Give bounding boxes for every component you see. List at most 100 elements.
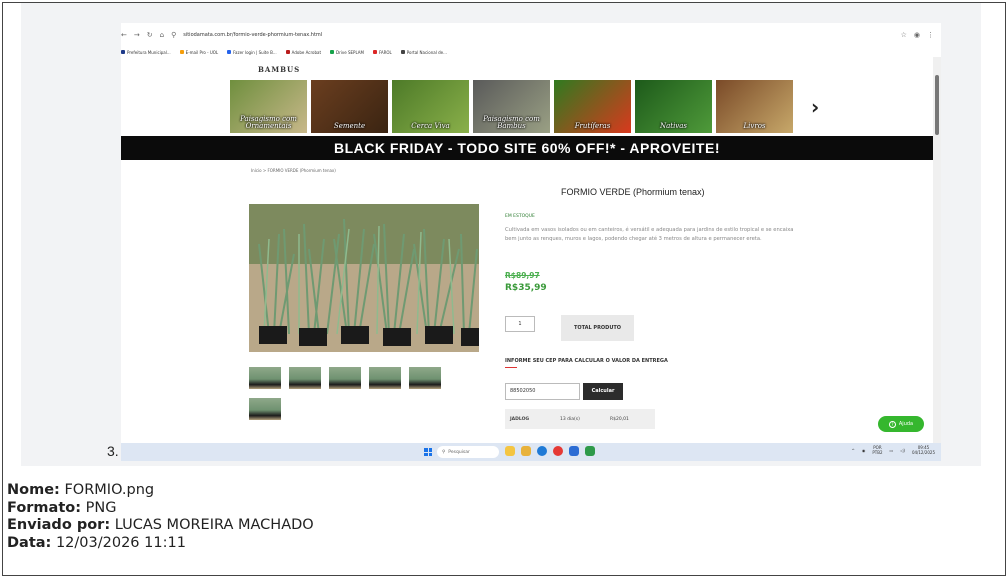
caption-number: 3. — [107, 443, 119, 459]
address-bar[interactable]: ← → ↻ ⌂ ⚲ sitiodamata.com.br/formio-verd… — [121, 27, 941, 43]
category-label: Nativas — [659, 122, 688, 130]
category-tile[interactable]: Livros — [716, 80, 793, 133]
help-button[interactable]: ? Ajuda — [878, 416, 924, 432]
search-icon: ⚲ — [442, 449, 446, 455]
question-icon: ? — [888, 420, 896, 428]
carousel-next-icon[interactable]: › — [811, 95, 819, 119]
bookmark-item[interactable]: Adobe Acrobat — [285, 49, 322, 55]
chevron-up-icon[interactable]: ^ — [852, 448, 855, 453]
meta-sender-label: Enviado por: — [7, 517, 111, 533]
bookmark-item[interactable]: FAROL — [372, 49, 392, 55]
product-thumbnail[interactable] — [369, 367, 401, 389]
sale-price: R$35,99 — [505, 283, 547, 293]
url-text[interactable]: sitiodamata.com.br/formio-verde-phormium… — [183, 32, 322, 38]
bookmark-item[interactable]: Prefeitura Municipal... — [121, 50, 171, 55]
widget-icon[interactable] — [505, 446, 515, 456]
meta-format-label: Formato: — [7, 499, 82, 516]
shipping-option[interactable]: JADLOG 13 dia(s) R$20,01 — [505, 409, 655, 429]
cep-underline — [505, 367, 517, 368]
category-carousel: Paisagismo com Ornamentais Semente Cerca V… — [230, 80, 796, 133]
cep-input[interactable]: 88502050 — [505, 383, 580, 400]
system-tray: ^ ◉ POR PTB2 ▭ ◁) 09:45 04/12/2025 — [852, 445, 936, 455]
meta-sender-value: LUCAS MOREIRA MACHADO — [110, 517, 314, 533]
stock-status: EM ESTOQUE — [505, 214, 535, 219]
meta-format-row: Formato: PNG — [7, 500, 314, 518]
profile-icon[interactable]: ◉ — [914, 31, 920, 39]
taskbar-apps — [505, 446, 595, 456]
quantity-input[interactable]: 1 — [505, 316, 535, 332]
monitor-icon[interactable]: ▭ — [890, 448, 894, 453]
total-product-button[interactable]: TOTAL PRODUTO — [561, 315, 634, 341]
chrome-icon[interactable] — [553, 446, 563, 456]
meta-name-row: Nome: FORMIO.png — [7, 482, 314, 500]
shipping-days: 13 dia(s) — [560, 416, 580, 422]
bookmark-icon — [330, 50, 335, 54]
volume-icon[interactable]: ◁) — [900, 448, 905, 453]
bookmark-label: FAROL — [378, 49, 392, 55]
bookmark-icon — [400, 50, 405, 54]
language-indicator[interactable]: POR PTB2 — [872, 445, 882, 455]
windows-taskbar: ⚲ Pesquisar ^ ◉ POR PTB2 ▭ ◁) 09:45 04/1… — [121, 443, 941, 461]
brand-title[interactable]: BAMBUS — [258, 65, 300, 74]
category-label: Paisagismo com Ornamentais — [240, 115, 297, 130]
product-thumbnail[interactable] — [329, 367, 361, 389]
clock[interactable]: 09:45 04/12/2025 — [912, 445, 935, 455]
bookmark-label: E-mail Pro - UOL — [185, 49, 219, 55]
bookmark-icon — [285, 50, 290, 54]
app-icon[interactable] — [585, 446, 595, 456]
category-label: Livros — [743, 122, 766, 130]
category-tile[interactable]: Cerca Viva — [392, 80, 469, 133]
product-title: FORMIO VERDE (Phormium tenax) — [561, 187, 705, 197]
calculate-button[interactable]: Calcular — [583, 383, 623, 400]
bookmark-item[interactable]: E-mail Pro - UOL — [179, 49, 219, 55]
bookmark-item[interactable]: Portal Nacional de... — [400, 50, 447, 55]
web-page: BAMBUS ‹ Paisagismo com OrnamentaisSemen… — [121, 57, 941, 443]
taskbar-search[interactable]: ⚲ Pesquisar — [437, 446, 499, 458]
bookmark-icon — [372, 50, 377, 54]
windows-start-icon[interactable] — [424, 448, 432, 456]
help-label: Ajuda — [898, 421, 914, 427]
product-description: Cultivada em vasos isolados ou em cantei… — [505, 227, 794, 242]
cep-label: INFORME SEU CEP PARA CALCULAR O VALOR DA… — [505, 358, 668, 364]
product-thumbnail[interactable] — [409, 367, 441, 389]
site-info-icon[interactable]: ⚲ — [171, 31, 176, 39]
bookmark-star-icon[interactable]: ☆ — [901, 31, 907, 39]
category-tile[interactable]: Semente — [311, 80, 388, 133]
forward-icon[interactable]: → — [134, 31, 140, 39]
product-main-image[interactable] — [249, 204, 479, 352]
taskbar-search-placeholder: Pesquisar — [448, 449, 470, 455]
meta-sender-row: Enviado por: LUCAS MOREIRA MACHADO — [7, 517, 314, 535]
menu-kebab-icon[interactable]: ⋮ — [927, 31, 934, 39]
bookmark-label: Adobe Acrobat — [291, 49, 322, 55]
bookmark-icon — [179, 50, 184, 54]
home-icon[interactable]: ⌂ — [160, 31, 164, 39]
product-thumbnails — [249, 367, 479, 420]
bookmark-label: Prefeitura Municipal... — [127, 49, 171, 55]
breadcrumb[interactable]: Início > FORMIO VERDE (Phormium tenax) — [251, 168, 336, 173]
shipping-carrier: JADLOG — [510, 416, 530, 422]
meta-format-value: PNG — [81, 499, 117, 516]
promo-banner[interactable]: BLACK FRIDAY - TODO SITE 60% OFF!* - APR… — [121, 136, 933, 160]
meta-date-row: Data: 12/03/2026 11:11 — [7, 535, 314, 553]
product-thumbnail[interactable] — [289, 367, 321, 389]
store-icon[interactable] — [569, 446, 579, 456]
product-thumbnail[interactable] — [249, 367, 281, 389]
bookmark-item[interactable]: Fazer login | Suite B... — [227, 50, 277, 55]
category-tile[interactable]: Paisagismo com Ornamentais — [230, 80, 307, 133]
file-explorer-icon[interactable] — [521, 446, 531, 456]
bookmark-item[interactable]: Drive SEPLAM — [330, 50, 364, 55]
page-scrollbar[interactable] — [933, 57, 941, 443]
meta-name-label: Nome: — [7, 482, 60, 498]
edge-icon[interactable] — [537, 446, 547, 456]
product-thumbnail[interactable] — [249, 398, 281, 420]
scrollbar-thumb[interactable] — [935, 75, 939, 135]
bookmark-icon — [121, 50, 125, 54]
network-icon[interactable]: ◉ — [862, 448, 866, 453]
category-tile[interactable]: Frutíferas — [554, 80, 631, 133]
category-tile[interactable]: Nativas — [635, 80, 712, 133]
reload-icon[interactable]: ↻ — [147, 31, 153, 39]
back-icon[interactable]: ← — [121, 31, 127, 39]
meta-date-value: 12/03/2026 11:11 — [51, 534, 186, 551]
category-tile[interactable]: Paisagismo com Bambus — [473, 80, 550, 133]
file-metadata: Nome: FORMIO.png Formato: PNG Enviado po… — [7, 482, 314, 552]
